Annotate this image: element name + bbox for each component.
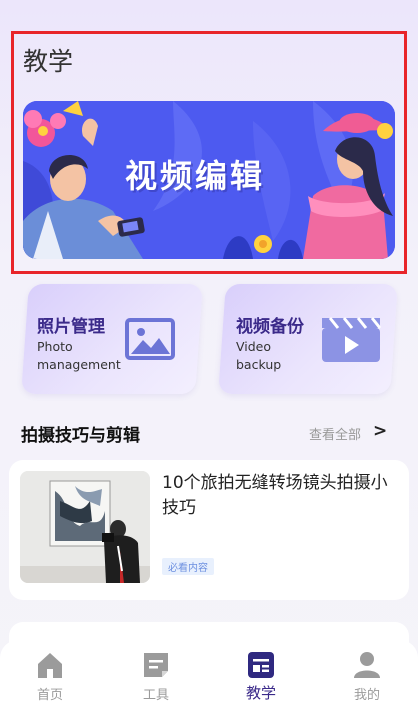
- teach-icon: [248, 652, 274, 678]
- article-thumbnail: [20, 471, 150, 583]
- page-title: 教学: [23, 47, 74, 76]
- card-subtitle: Photo management: [37, 339, 121, 372]
- home-icon: [38, 653, 62, 678]
- teach-section: 教学 视频编辑: [11, 31, 407, 274]
- section-title: 拍摄技巧与剪辑: [21, 426, 140, 446]
- bottom-tab-bar: 首页 工具 教学 我的: [0, 640, 418, 706]
- article-card[interactable]: 10个旅拍无缝转场镜头拍摄小技巧 必看内容: [9, 460, 409, 600]
- image-icon: [125, 318, 175, 360]
- banner-title: 视频编辑: [125, 157, 266, 195]
- must-read-badge: 必看内容: [162, 558, 214, 575]
- tab-tools[interactable]: 工具: [126, 650, 186, 703]
- tab-teaching[interactable]: 教学: [231, 650, 291, 703]
- tab-home[interactable]: 首页: [20, 650, 80, 703]
- tab-label: 工具: [142, 688, 169, 703]
- tab-label: 教学: [245, 684, 276, 702]
- tab-label: 我的: [353, 688, 380, 703]
- video-editing-banner[interactable]: 视频编辑: [23, 101, 395, 259]
- chevron-right-icon[interactable]: >: [373, 421, 387, 441]
- photo-management-card[interactable]: 照片管理 Photo management: [21, 284, 203, 394]
- tab-profile[interactable]: 我的: [337, 650, 397, 703]
- video-backup-card[interactable]: 视频备份 Video backup: [218, 284, 398, 394]
- see-all-link[interactable]: 查看全部: [309, 424, 361, 443]
- tools-icon: [144, 653, 168, 677]
- article-title: 10个旅拍无缝转场镜头拍摄小技巧: [162, 473, 388, 518]
- card-title: 照片管理: [37, 317, 105, 337]
- profile-icon: [354, 652, 380, 678]
- card-subtitle: Video backup: [236, 339, 282, 372]
- video-clapper-icon: [322, 317, 382, 362]
- tab-label: 首页: [36, 688, 63, 703]
- card-title: 视频备份: [236, 317, 304, 337]
